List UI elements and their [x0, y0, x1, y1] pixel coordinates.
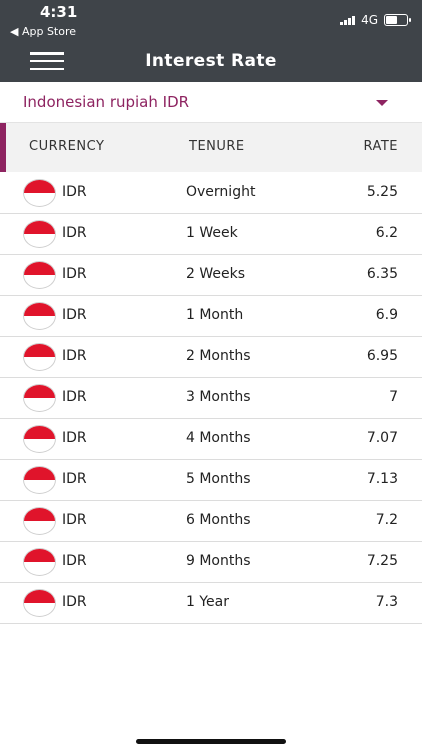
table-row: IDR 1 Year 7.3 — [0, 583, 422, 624]
column-header-tenure: TENURE — [189, 139, 245, 154]
table-row: IDR Overnight 5.25 — [0, 173, 422, 214]
indonesia-flag-icon — [23, 384, 56, 412]
table-row: IDR 2 Months 6.95 — [0, 337, 422, 378]
currency-cell: IDR — [62, 594, 87, 610]
header-accent-bar — [0, 123, 6, 172]
rate-cell: 7.13 — [366, 471, 398, 487]
table-header: CURRENCY TENURE RATE — [0, 123, 422, 172]
tenure-cell: 1 Month — [186, 307, 244, 323]
table-row: IDR 9 Months 7.25 — [0, 542, 422, 583]
rate-cell: 6.2 — [375, 225, 398, 241]
indonesia-flag-icon — [23, 507, 56, 535]
column-header-rate: RATE — [363, 139, 398, 154]
currency-cell: IDR — [62, 348, 87, 364]
back-to-app-store-link[interactable]: ◀ App Store — [10, 25, 76, 38]
status-indicators: 4G — [340, 13, 411, 27]
rate-cell: 7.25 — [366, 553, 398, 569]
table-row: IDR 4 Months 7.07 — [0, 419, 422, 460]
battery-icon — [384, 14, 411, 26]
table-row: IDR 5 Months 7.13 — [0, 460, 422, 501]
table-row: IDR 1 Week 6.2 — [0, 214, 422, 255]
currency-cell: IDR — [62, 225, 87, 241]
indonesia-flag-icon — [23, 425, 56, 453]
currency-cell: IDR — [62, 307, 87, 323]
currency-cell: IDR — [62, 184, 87, 200]
currency-cell: IDR — [62, 389, 87, 405]
table-row: IDR 6 Months 7.2 — [0, 501, 422, 542]
page-title: Interest Rate — [145, 51, 277, 71]
rate-cell: 7.2 — [375, 512, 398, 528]
tenure-cell: Overnight — [186, 184, 256, 200]
rate-cell: 5.25 — [366, 184, 398, 200]
tenure-cell: 2 Months — [186, 348, 251, 364]
indonesia-flag-icon — [23, 548, 56, 576]
indonesia-flag-icon — [23, 261, 56, 289]
indonesia-flag-icon — [23, 179, 56, 207]
table-row: IDR 2 Weeks 6.35 — [0, 255, 422, 296]
indonesia-flag-icon — [23, 466, 56, 494]
rate-cell: 7 — [389, 389, 398, 405]
indonesia-flag-icon — [23, 302, 56, 330]
currency-cell: IDR — [62, 553, 87, 569]
indonesia-flag-icon — [23, 343, 56, 371]
tenure-cell: 9 Months — [186, 553, 251, 569]
tenure-cell: 5 Months — [186, 471, 251, 487]
rate-cell: 6.35 — [366, 266, 398, 282]
indonesia-flag-icon — [23, 589, 56, 617]
tenure-cell: 1 Week — [186, 225, 238, 241]
home-indicator[interactable] — [136, 739, 286, 744]
rate-cell: 6.95 — [366, 348, 398, 364]
tenure-cell: 1 Year — [186, 594, 229, 610]
currency-cell: IDR — [62, 430, 87, 446]
signal-icon — [340, 15, 356, 25]
indonesia-flag-icon — [23, 220, 56, 248]
currency-dropdown-label: Indonesian rupiah IDR — [23, 93, 190, 111]
currency-dropdown[interactable]: Indonesian rupiah IDR — [0, 82, 422, 123]
caret-down-icon — [376, 100, 388, 106]
table-row: IDR 3 Months 7 — [0, 378, 422, 419]
status-time: 4:31 — [40, 3, 78, 21]
top-bar: 4:31 ◀ App Store 4G Interest Rate — [0, 0, 422, 82]
rates-table: IDR Overnight 5.25 IDR 1 Week 6.2 IDR 2 … — [0, 173, 422, 624]
tenure-cell: 3 Months — [186, 389, 251, 405]
currency-cell: IDR — [62, 266, 87, 282]
rate-cell: 7.07 — [366, 430, 398, 446]
column-header-currency: CURRENCY — [29, 139, 105, 154]
network-type: 4G — [361, 13, 378, 27]
rate-cell: 7.3 — [375, 594, 398, 610]
currency-cell: IDR — [62, 512, 87, 528]
tenure-cell: 4 Months — [186, 430, 251, 446]
currency-cell: IDR — [62, 471, 87, 487]
rate-cell: 6.9 — [375, 307, 398, 323]
table-row: IDR 1 Month 6.9 — [0, 296, 422, 337]
tenure-cell: 2 Weeks — [186, 266, 246, 282]
tenure-cell: 6 Months — [186, 512, 251, 528]
